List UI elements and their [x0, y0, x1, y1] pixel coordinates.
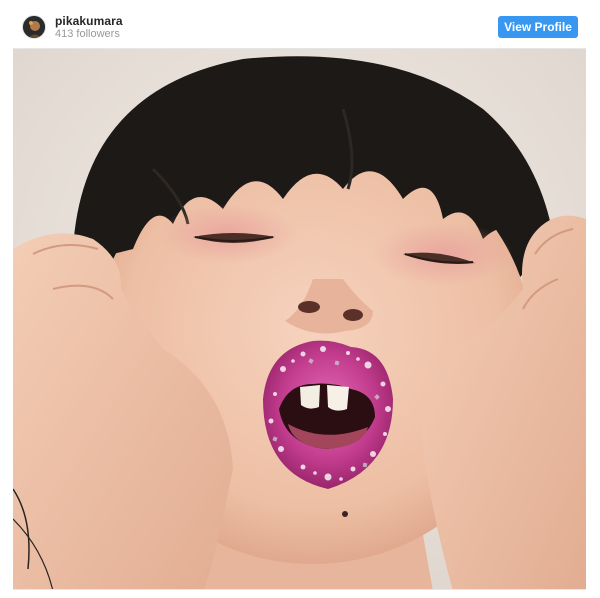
- embedded-post-card: pikakumara 413 followers View Profile: [0, 0, 600, 598]
- post-photo[interactable]: [13, 48, 586, 590]
- post-header: pikakumara 413 followers View Profile: [0, 0, 600, 48]
- follower-count: 413 followers: [55, 28, 120, 40]
- username[interactable]: pikakumara: [55, 14, 123, 28]
- view-profile-button[interactable]: View Profile: [498, 16, 578, 38]
- avatar[interactable]: [22, 15, 46, 39]
